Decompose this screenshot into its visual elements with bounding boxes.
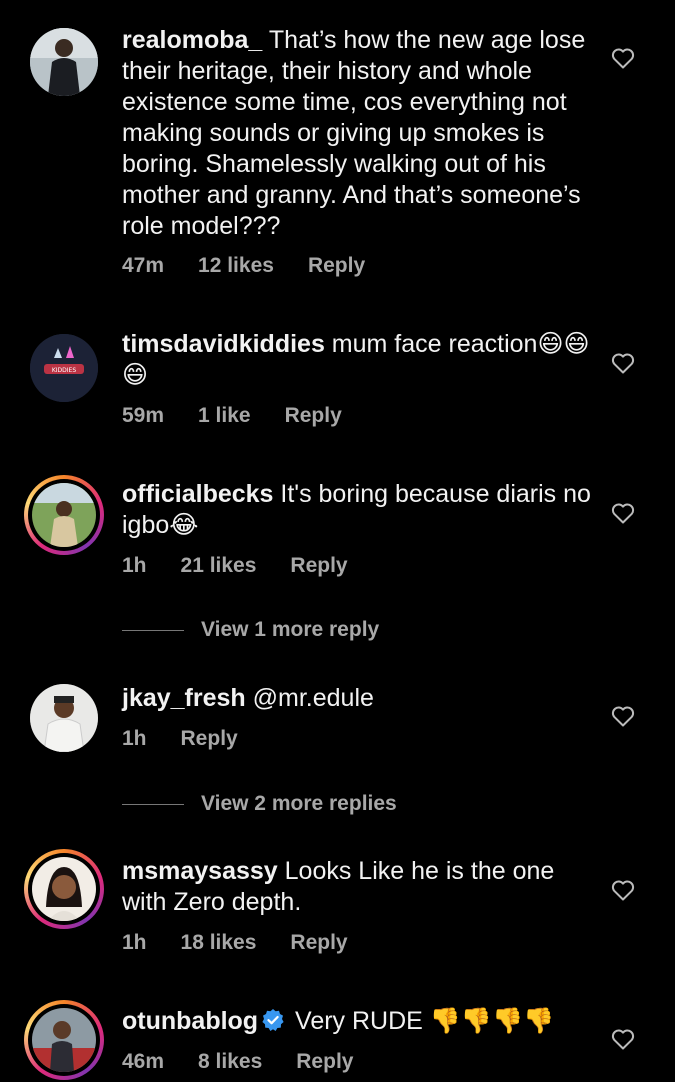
reply-button[interactable]: Reply — [296, 1050, 353, 1073]
timestamp: 47m — [122, 254, 165, 277]
comment-text: officialbecks It's boring because diaris… — [122, 480, 591, 539]
view-more-replies[interactable]: View 1 more reply — [122, 618, 379, 642]
likes-count[interactable]: 12 likes — [198, 254, 274, 277]
comment-meta: 1h 21 likes Reply — [122, 554, 382, 578]
reply-button[interactable]: Reply — [308, 254, 365, 277]
username[interactable]: realomoba_ — [122, 26, 262, 54]
comment-meta: 46m 8 likes Reply — [122, 1050, 387, 1074]
timestamp: 59m — [122, 404, 165, 427]
likes-count[interactable]: 1 like — [198, 404, 251, 427]
divider-line — [122, 803, 184, 805]
svg-text:KIDDIES: KIDDIES — [52, 367, 77, 374]
divider-line — [122, 629, 184, 631]
comment-meta: 1h 18 likes Reply — [122, 931, 382, 955]
avatar[interactable]: KIDDIES — [30, 334, 98, 402]
verified-badge-icon — [262, 1009, 284, 1031]
avatar[interactable] — [30, 684, 98, 752]
heart-outline-icon[interactable] — [611, 705, 635, 727]
timestamp: 1h — [122, 931, 147, 954]
reply-button[interactable]: Reply — [290, 931, 347, 954]
username[interactable]: timsdavidkiddies — [122, 330, 325, 358]
heart-outline-icon[interactable] — [611, 502, 635, 524]
username[interactable]: otunbablog — [122, 1007, 258, 1035]
username[interactable]: jkay_fresh — [122, 684, 246, 712]
likes-count[interactable]: 18 likes — [181, 931, 257, 954]
likes-count[interactable]: 21 likes — [181, 554, 257, 577]
heart-outline-icon[interactable] — [611, 879, 635, 901]
view-more-replies[interactable]: View 2 more replies — [122, 792, 397, 816]
reply-button[interactable]: Reply — [290, 554, 347, 577]
comment-text: otunbablog Very RUDE 👎👎👎👎 — [122, 1007, 555, 1035]
timestamp: 46m — [122, 1050, 165, 1073]
heart-outline-icon[interactable] — [611, 352, 635, 374]
likes-count[interactable]: 8 likes — [198, 1050, 262, 1073]
comment-meta: 1h Reply — [122, 727, 272, 751]
comment-text: jkay_fresh @mr.edule — [122, 684, 374, 712]
username[interactable]: msmaysassy — [122, 857, 278, 885]
heart-outline-icon[interactable] — [611, 1028, 635, 1050]
comment-text: msmaysassy Looks Like he is the one with… — [122, 857, 555, 916]
reply-button[interactable]: Reply — [181, 727, 238, 750]
avatar[interactable] — [24, 475, 104, 555]
avatar[interactable] — [30, 28, 98, 96]
comment-text: timsdavidkiddies mum face reaction😄😄😄 — [122, 330, 590, 389]
avatar[interactable] — [24, 1000, 104, 1080]
reply-button[interactable]: Reply — [285, 404, 342, 427]
username[interactable]: officialbecks — [122, 480, 273, 508]
avatar[interactable] — [24, 849, 104, 929]
comment-text: realomoba_ That’s how the new age lose t… — [122, 26, 586, 240]
comment-meta: 59m 1 like Reply — [122, 404, 376, 428]
timestamp: 1h — [122, 727, 147, 750]
heart-outline-icon[interactable] — [611, 47, 635, 69]
comment-meta: 47m 12 likes Reply — [122, 254, 399, 278]
timestamp: 1h — [122, 554, 147, 577]
